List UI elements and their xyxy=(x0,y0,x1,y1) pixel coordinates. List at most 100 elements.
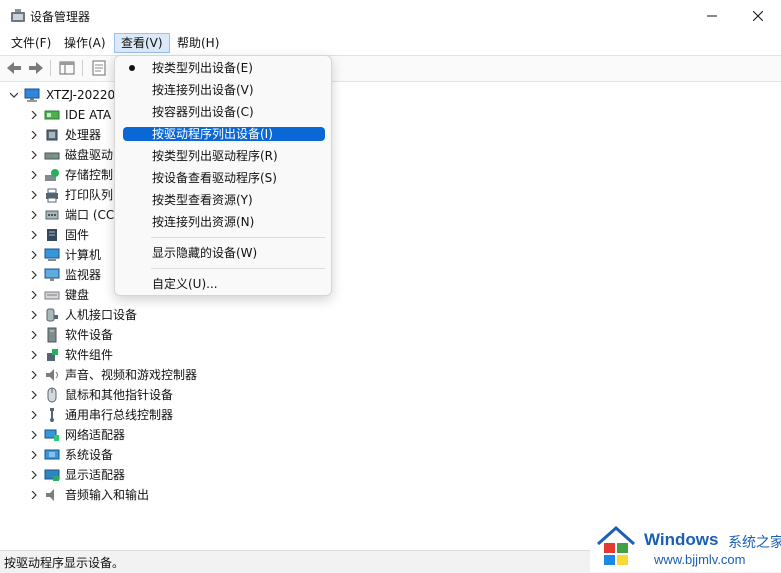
tree-item[interactable]: 声音、视频和游戏控制器 xyxy=(0,365,781,385)
tree-item[interactable]: 软件设备 xyxy=(0,325,781,345)
selected-bullet-icon xyxy=(129,65,135,71)
tree-item[interactable]: 网络适配器 xyxy=(0,425,781,445)
tree-item-label: 显示适配器 xyxy=(65,468,126,482)
monitor-icon xyxy=(44,268,60,281)
tree-item[interactable]: 系统设备 xyxy=(0,445,781,465)
chevron-right-icon[interactable] xyxy=(30,471,38,479)
menu-file[interactable]: 文件(F) xyxy=(5,33,57,53)
tree-item-label: 存储控制 xyxy=(65,168,114,182)
tree-item-label: 键盘 xyxy=(65,288,90,302)
keyboard-icon xyxy=(44,291,60,300)
view-menu-item-drivers-by-type[interactable]: 按类型列出驱动程序(R) xyxy=(123,149,325,163)
menu-help[interactable]: 帮助(H) xyxy=(171,33,225,53)
tree-item-label: 磁盘驱动 xyxy=(65,148,114,162)
tree-item-label: 音频输入和输出 xyxy=(65,488,150,502)
device-manager-window: 设备管理器 文件(F) 操作(A) 查看(V) 帮助(H) XTZJ-20220… xyxy=(0,0,781,573)
chevron-right-icon[interactable] xyxy=(30,231,38,239)
tree-item-label: 计算机 xyxy=(65,248,102,262)
computer-icon xyxy=(24,88,40,102)
chevron-right-icon[interactable] xyxy=(30,391,38,399)
chevron-right-icon[interactable] xyxy=(30,151,38,159)
close-button[interactable] xyxy=(735,0,781,32)
chevron-right-icon[interactable] xyxy=(30,351,38,359)
view-menu-dropdown: 按类型列出设备(E) 按连接列出设备(V) 按容器列出设备(C) 按驱动程序列出… xyxy=(114,55,332,296)
chevron-right-icon[interactable] xyxy=(30,251,38,259)
hid-icon xyxy=(46,308,58,322)
view-menu-item-customize[interactable]: 自定义(U)... xyxy=(123,277,325,291)
ide-controller-icon xyxy=(44,110,60,120)
toolbar-divider xyxy=(50,60,51,76)
watermark-url: www.bjjmlv.com xyxy=(654,552,746,567)
tree-item[interactable]: 人机接口设备 xyxy=(0,305,781,325)
chevron-right-icon[interactable] xyxy=(30,211,38,219)
chevron-right-icon[interactable] xyxy=(30,431,38,439)
menu-separator xyxy=(151,268,325,269)
toolbar-divider xyxy=(82,60,83,76)
chevron-right-icon[interactable] xyxy=(30,371,38,379)
watermark: Windows 系统之家 www.bjjmlv.com xyxy=(590,518,781,572)
tree-item-label: 监视器 xyxy=(65,268,102,282)
tree-item[interactable]: 软件组件 xyxy=(0,345,781,365)
chevron-right-icon[interactable] xyxy=(30,451,38,459)
chevron-right-icon[interactable] xyxy=(30,291,38,299)
tree-item-label: 处理器 xyxy=(65,128,102,142)
tree-item-label: 网络适配器 xyxy=(65,428,126,442)
firmware-icon xyxy=(47,229,57,241)
tree-item[interactable]: 显示适配器 xyxy=(0,465,781,485)
view-menu-item-by-driver[interactable]: 按驱动程序列出设备(I) xyxy=(123,127,325,141)
computer-icon xyxy=(44,248,60,261)
tree-item-label: 软件设备 xyxy=(65,328,114,342)
minimize-icon xyxy=(707,15,717,17)
tree-item[interactable]: 鼠标和其他指针设备 xyxy=(0,385,781,405)
processor-icon xyxy=(46,129,58,141)
view-menu-item-resources-by-connection[interactable]: 按连接列出资源(N) xyxy=(123,215,325,229)
chevron-right-icon[interactable] xyxy=(30,271,38,279)
chevron-right-icon[interactable] xyxy=(30,311,38,319)
minimize-button[interactable] xyxy=(689,0,735,32)
port-icon xyxy=(45,210,59,220)
view-menu-item-show-hidden[interactable]: 显示隐藏的设备(W) xyxy=(123,246,325,260)
view-menu-item-by-container[interactable]: 按容器列出设备(C) xyxy=(123,105,325,119)
menu-view[interactable]: 查看(V) xyxy=(114,33,170,53)
tree-item-label: 鼠标和其他指针设备 xyxy=(65,388,174,402)
print-queue-icon xyxy=(46,188,58,203)
properties-icon[interactable] xyxy=(89,59,109,77)
menu-action[interactable]: 操作(A) xyxy=(58,33,112,53)
display-adapter-icon xyxy=(44,469,60,481)
tree-item-label: 软件组件 xyxy=(65,348,114,362)
window-title: 设备管理器 xyxy=(30,10,91,24)
disk-drive-icon xyxy=(44,152,60,160)
speaker-icon xyxy=(46,369,58,381)
minimize-button-slot xyxy=(643,0,689,32)
tree-item-label: 端口 (CC xyxy=(65,208,115,222)
chevron-right-icon[interactable] xyxy=(30,411,38,419)
chevron-right-icon[interactable] xyxy=(30,491,38,499)
software-device-icon xyxy=(47,327,57,343)
forward-arrow-icon[interactable] xyxy=(26,59,46,77)
view-menu-item-drivers-by-device[interactable]: 按设备查看驱动程序(S) xyxy=(123,171,325,185)
back-arrow-icon[interactable] xyxy=(4,59,24,77)
chevron-right-icon[interactable] xyxy=(30,131,38,139)
tree-item-label: 声音、视频和游戏控制器 xyxy=(65,368,198,382)
chevron-down-icon[interactable] xyxy=(10,91,18,99)
show-hide-tree-icon[interactable] xyxy=(57,59,77,77)
chevron-right-icon[interactable] xyxy=(30,111,38,119)
watermark-brand-cn: 系统之家 xyxy=(728,535,781,551)
tree-item[interactable]: 音频输入和输出 xyxy=(0,485,781,505)
chevron-right-icon[interactable] xyxy=(30,171,38,179)
network-adapter-icon xyxy=(44,429,59,441)
tree-item-label: 通用串行总线控制器 xyxy=(65,408,174,422)
tree-item-label: 固件 xyxy=(65,228,90,242)
close-icon xyxy=(753,11,763,21)
chevron-right-icon[interactable] xyxy=(30,191,38,199)
tree-item-label: IDE ATA xyxy=(65,108,112,122)
device-manager-app-icon xyxy=(11,9,25,22)
status-text: 按驱动程序显示设备。 xyxy=(4,556,125,570)
view-menu-item-resources-by-type[interactable]: 按类型查看资源(Y) xyxy=(123,193,325,207)
storage-controller-icon xyxy=(45,169,59,181)
view-menu-item-by-type[interactable]: 按类型列出设备(E) xyxy=(123,61,325,75)
view-menu-item-by-connection[interactable]: 按连接列出设备(V) xyxy=(123,83,325,97)
system-device-icon xyxy=(44,449,60,460)
chevron-right-icon[interactable] xyxy=(30,331,38,339)
tree-item[interactable]: 通用串行总线控制器 xyxy=(0,405,781,425)
